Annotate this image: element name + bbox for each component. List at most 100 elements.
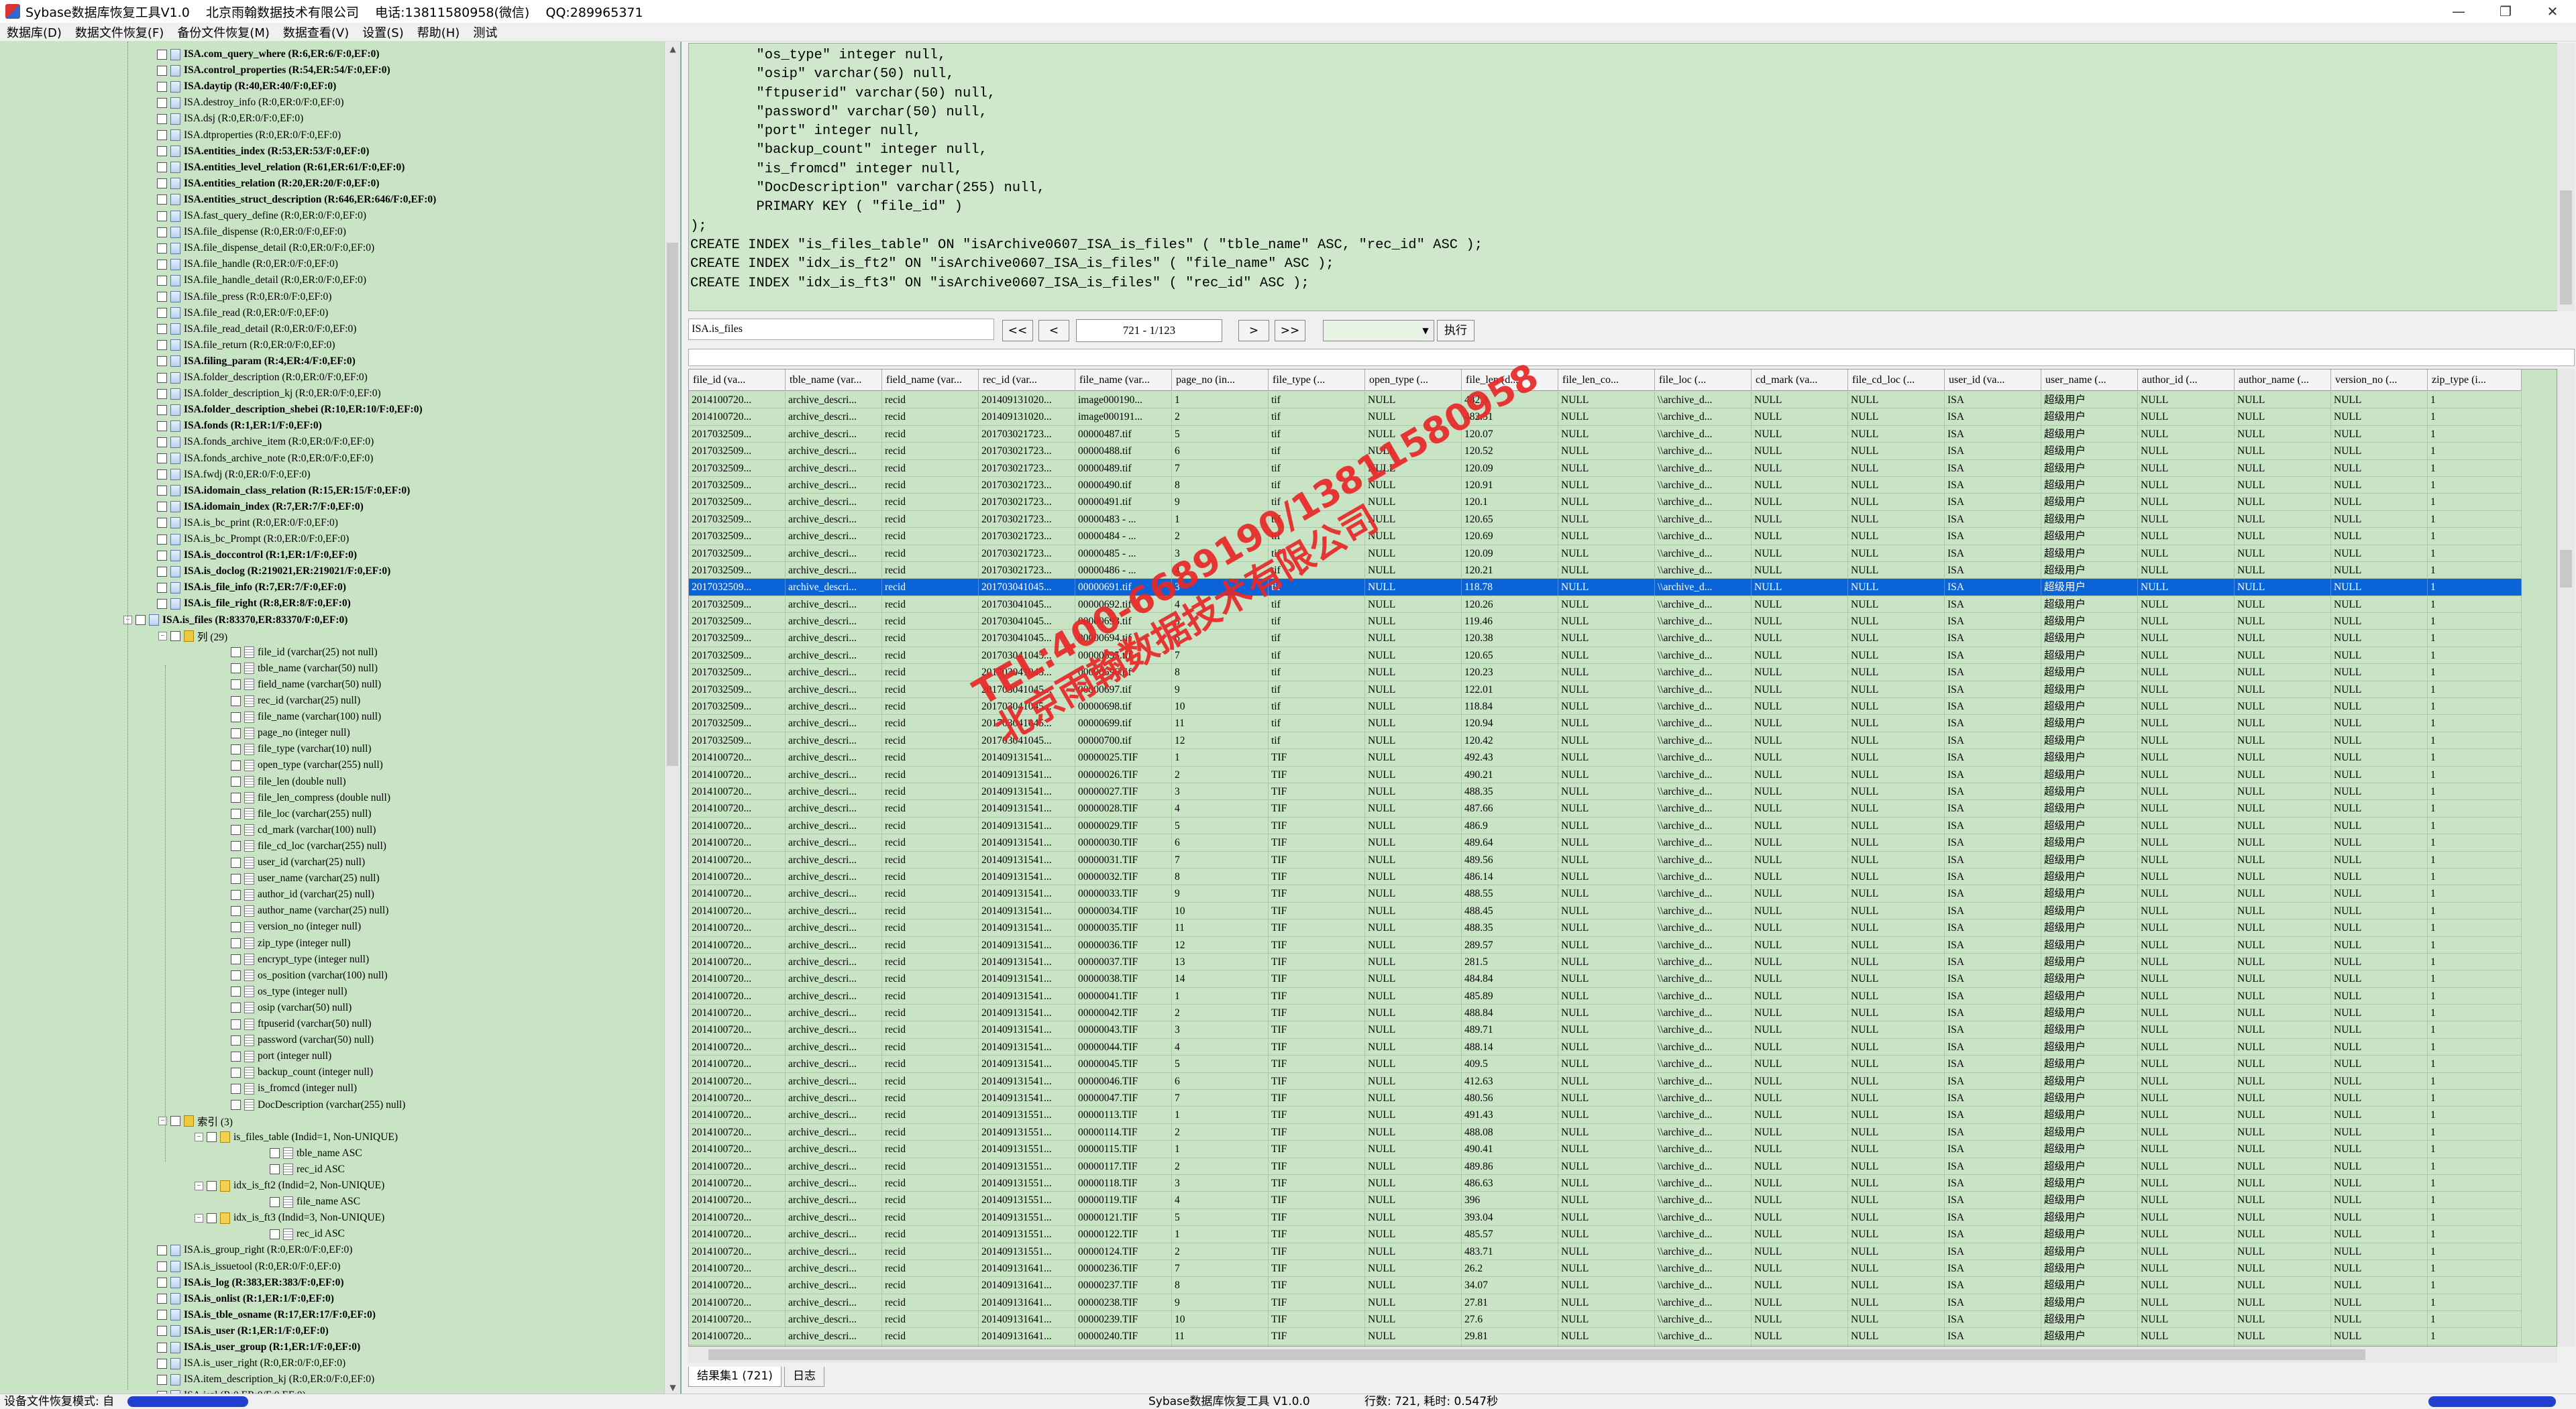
table-row[interactable]: 2014100720...archive_descri...recid20140… bbox=[689, 1226, 2522, 1243]
table-cell[interactable]: 490.21 bbox=[1462, 766, 1558, 783]
table-cell[interactable]: NULL bbox=[2331, 392, 2428, 408]
table-cell[interactable]: 超级用户 bbox=[2041, 1056, 2138, 1072]
table-cell[interactable]: archive_descri... bbox=[786, 783, 882, 800]
table-cell[interactable]: 2014100720... bbox=[689, 1243, 786, 1259]
table-cell[interactable]: 8 bbox=[1172, 476, 1269, 494]
table-cell[interactable]: NULL bbox=[1848, 1277, 1945, 1294]
table-cell[interactable]: NULL bbox=[2331, 885, 2428, 902]
tree-table-node[interactable]: ISA.is_onlist (R:1,ER:1/F:0,EF:0) bbox=[157, 1291, 334, 1307]
table-cell[interactable]: NULL bbox=[1558, 732, 1655, 749]
table-cell[interactable]: ISA bbox=[1945, 698, 2041, 715]
table-cell[interactable]: recid bbox=[882, 953, 979, 970]
table-cell[interactable]: TIF bbox=[1269, 783, 1365, 800]
table-cell[interactable]: NULL bbox=[1752, 885, 1848, 902]
tree-table-node[interactable]: ISA.entities_index (R:53,ER:53/F:0,EF:0) bbox=[157, 144, 369, 160]
table-cell[interactable]: NULL bbox=[2138, 425, 2235, 443]
table-cell[interactable]: 6 bbox=[1172, 1072, 1269, 1090]
table-cell[interactable]: NULL bbox=[2138, 698, 2235, 715]
table-cell[interactable]: 201409131541... bbox=[979, 851, 1075, 868]
table-cell[interactable]: 2014100720... bbox=[689, 1107, 786, 1123]
table-cell[interactable]: NULL bbox=[1752, 851, 1848, 868]
table-cell[interactable]: NULL bbox=[1752, 613, 1848, 630]
table-cell[interactable]: 201703041045... bbox=[979, 715, 1075, 732]
table-cell[interactable]: \\archive_d... bbox=[1655, 1056, 1752, 1072]
table-cell[interactable]: 超级用户 bbox=[2041, 1226, 2138, 1243]
tab-log[interactable]: 日志 bbox=[784, 1367, 824, 1387]
table-cell[interactable]: NULL bbox=[1558, 868, 1655, 885]
table-cell[interactable]: 484.84 bbox=[1462, 970, 1558, 987]
table-cell[interactable]: 1 bbox=[2428, 783, 2522, 800]
table-cell[interactable]: \\archive_d... bbox=[1655, 868, 1752, 885]
table-row[interactable]: 2014100720...archive_descri...recid20140… bbox=[689, 800, 2522, 818]
table-cell[interactable]: NULL bbox=[1752, 953, 1848, 970]
table-cell[interactable]: 201409131541... bbox=[979, 1056, 1075, 1072]
table-cell[interactable]: 1 bbox=[2428, 800, 2522, 817]
last-page-button[interactable]: >> bbox=[1275, 320, 1305, 341]
table-cell[interactable]: NULL bbox=[1752, 868, 1848, 885]
checkbox[interactable] bbox=[231, 1019, 241, 1029]
table-cell[interactable]: NULL bbox=[2138, 1226, 2235, 1243]
table-cell[interactable]: \\archive_d... bbox=[1655, 408, 1752, 425]
table-cell[interactable]: 1 bbox=[2428, 885, 2522, 902]
table-cell[interactable]: 超级用户 bbox=[2041, 545, 2138, 561]
table-cell[interactable]: archive_descri... bbox=[786, 476, 882, 494]
table-cell[interactable]: recid bbox=[882, 987, 979, 1005]
table-cell[interactable]: NULL bbox=[1848, 1226, 1945, 1243]
table-cell[interactable]: 超级用户 bbox=[2041, 1158, 2138, 1174]
table-cell[interactable]: ISA bbox=[1945, 1192, 2041, 1208]
tree-table-node[interactable]: ISA.idomain_class_relation (R:15,ER:15/F… bbox=[157, 483, 410, 499]
table-cell[interactable]: NULL bbox=[1752, 1005, 1848, 1021]
table-cell[interactable]: 1 bbox=[2428, 681, 2522, 698]
table-cell[interactable]: TIF bbox=[1269, 749, 1365, 766]
table-cell[interactable]: 超级用户 bbox=[2041, 596, 2138, 613]
table-cell[interactable]: NULL bbox=[1752, 698, 1848, 715]
table-cell[interactable]: 2014100720... bbox=[689, 1259, 786, 1277]
table-row[interactable]: 2014100720...archive_descri...recid20140… bbox=[689, 1090, 2522, 1107]
table-cell[interactable]: 超级用户 bbox=[2041, 510, 2138, 528]
table-row[interactable]: 2017032509... archive_descri... recid 20170… bbox=[689, 732, 2522, 750]
table-cell[interactable]: NULL bbox=[2138, 613, 2235, 630]
table-cell[interactable]: 118.78 bbox=[1462, 579, 1558, 596]
table-cell[interactable]: 1 bbox=[1172, 1141, 1269, 1158]
table-cell[interactable]: 超级用户 bbox=[2041, 630, 2138, 646]
table-cell[interactable]: archive_descri... bbox=[786, 1021, 882, 1038]
panel-splitter[interactable] bbox=[682, 42, 688, 1395]
table-cell[interactable]: NULL bbox=[2138, 459, 2235, 476]
table-cell[interactable]: \\archive_d... bbox=[1655, 510, 1752, 528]
table-cell[interactable]: NULL bbox=[1752, 443, 1848, 459]
table-cell[interactable]: NULL bbox=[2138, 494, 2235, 510]
table-cell[interactable]: NULL bbox=[2331, 1226, 2428, 1243]
table-cell[interactable]: NULL bbox=[2331, 817, 2428, 834]
tree-column-node[interactable]: DocDescription (varchar(255) null) bbox=[231, 1097, 405, 1113]
table-cell[interactable]: archive_descri... bbox=[786, 408, 882, 425]
table-cell[interactable]: NULL bbox=[2235, 868, 2331, 885]
checkbox[interactable] bbox=[231, 1067, 241, 1078]
table-cell[interactable]: NULL bbox=[1848, 1141, 1945, 1158]
table-cell[interactable]: NULL bbox=[2331, 476, 2428, 494]
table-cell[interactable]: 1 bbox=[2428, 817, 2522, 834]
table-cell[interactable]: 2014100720... bbox=[689, 1005, 786, 1021]
column-header[interactable]: rec_id (var... bbox=[979, 370, 1075, 391]
table-cell[interactable]: NULL bbox=[1558, 528, 1655, 545]
table-cell[interactable]: 00000036.TIF bbox=[1075, 936, 1172, 953]
tree-column-node[interactable]: ftpuserid (varchar(50) null) bbox=[231, 1016, 372, 1032]
collapse-icon[interactable]: − bbox=[158, 1117, 167, 1126]
tree-index-column-node[interactable]: rec_id ASC bbox=[270, 1162, 345, 1178]
table-cell[interactable]: NULL bbox=[1558, 1021, 1655, 1038]
table-cell[interactable]: 488.35 bbox=[1462, 919, 1558, 936]
table-cell[interactable]: 2017032509... bbox=[689, 510, 786, 528]
table-cell[interactable]: NULL bbox=[1848, 494, 1945, 510]
table-cell[interactable]: TIF bbox=[1269, 1005, 1365, 1021]
table-cell[interactable]: NULL bbox=[2331, 1311, 2428, 1328]
table-cell[interactable]: NULL bbox=[1365, 1328, 1462, 1345]
tree-index-node[interactable]: − idx_is_ft3 (Indid=3, Non-UNIQUE) bbox=[195, 1210, 384, 1226]
table-cell[interactable]: NULL bbox=[2138, 1259, 2235, 1277]
table-cell[interactable]: tif bbox=[1269, 459, 1365, 476]
table-cell[interactable]: ISA bbox=[1945, 919, 2041, 936]
checkbox[interactable] bbox=[157, 340, 167, 351]
table-cell[interactable]: NULL bbox=[2331, 1192, 2428, 1208]
column-header[interactable]: version_no (... bbox=[2331, 370, 2428, 391]
table-cell[interactable]: 120.65 bbox=[1462, 510, 1558, 528]
table-cell[interactable]: NULL bbox=[2235, 1072, 2331, 1090]
table-cell[interactable]: NULL bbox=[1365, 545, 1462, 561]
